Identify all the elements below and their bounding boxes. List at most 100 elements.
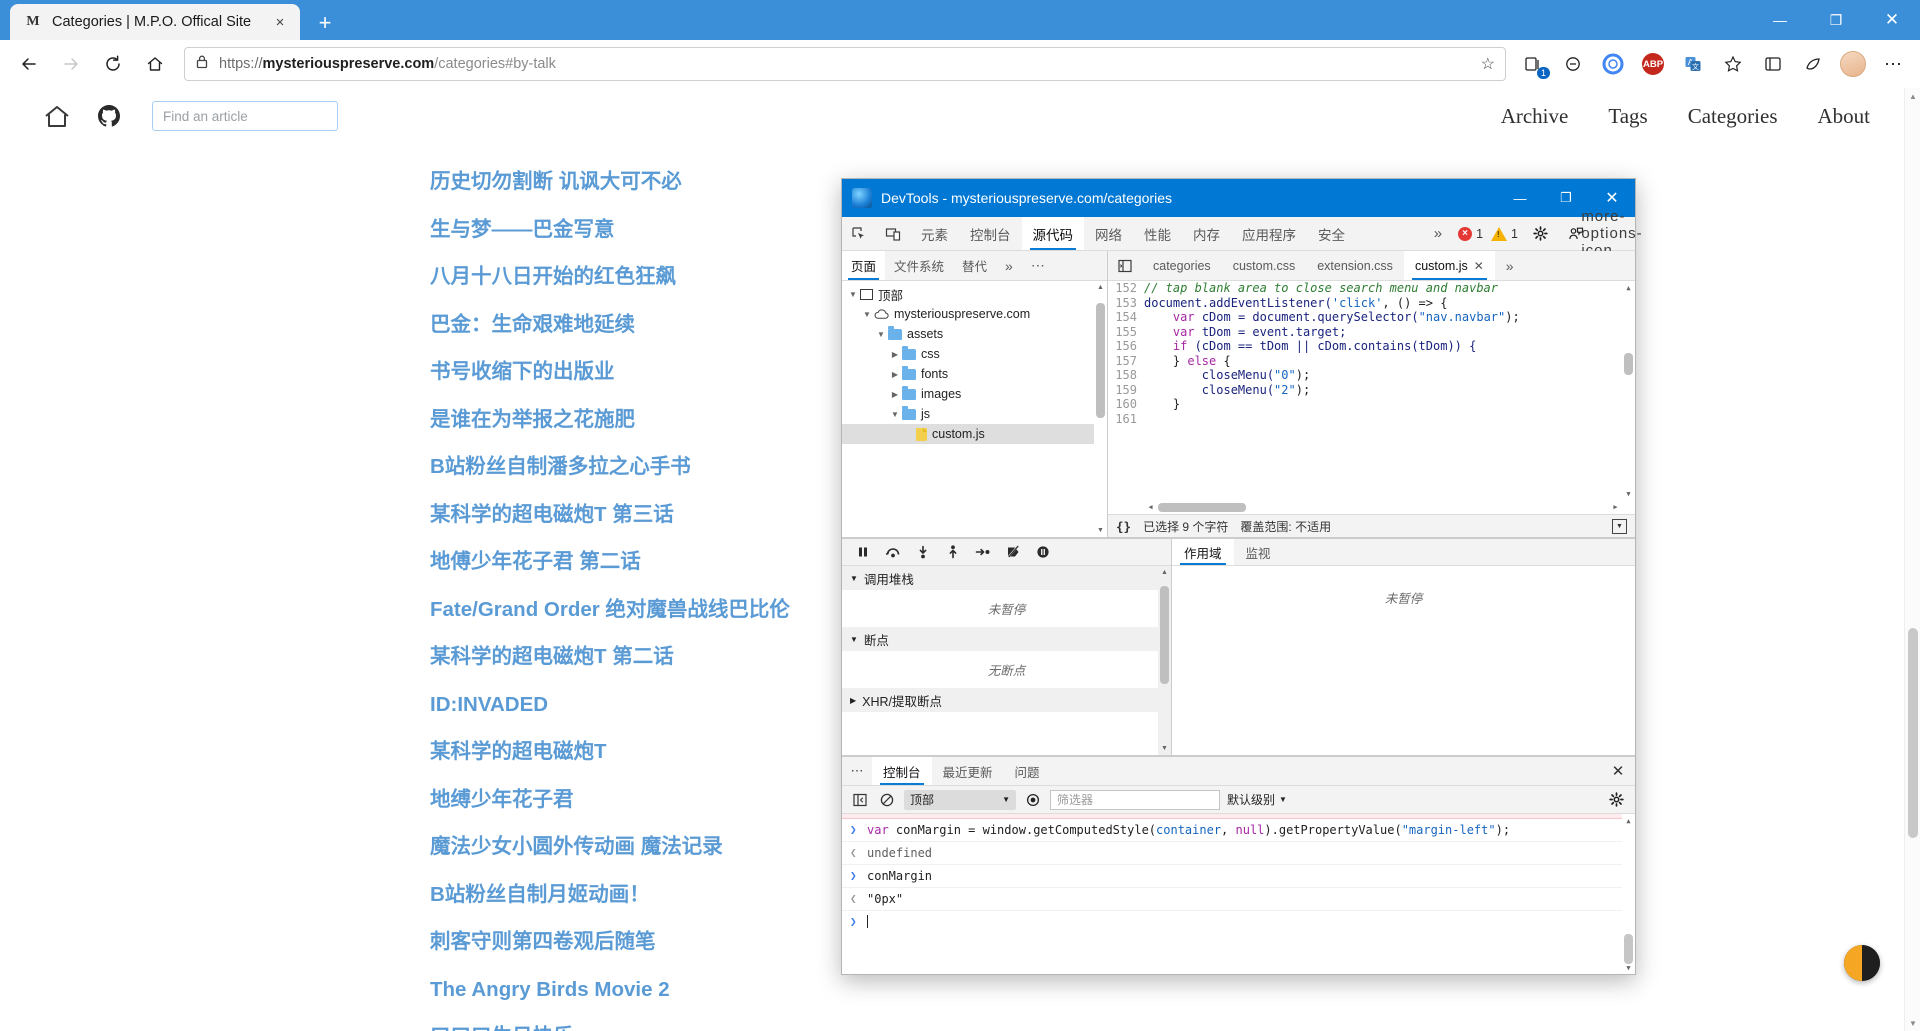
reload-icon[interactable] <box>92 43 134 85</box>
twisty-icon[interactable]: ▼ <box>888 410 902 419</box>
page-scrollbar-thumb[interactable] <box>1908 628 1918 838</box>
scroll-down-icon[interactable]: ▼ <box>1905 1015 1920 1031</box>
console-filter-input[interactable]: 筛选器 <box>1050 789 1220 810</box>
scroll-up-icon[interactable]: ▲ <box>1905 88 1920 104</box>
step-over-icon[interactable] <box>882 541 904 563</box>
nav-categories[interactable]: Categories <box>1688 104 1778 129</box>
scroll-left-icon[interactable]: ◀ <box>1144 500 1157 514</box>
console-level-select[interactable]: 默认级别 ▼ <box>1227 791 1287 808</box>
minimize-icon[interactable]: — <box>1497 179 1543 217</box>
pause-on-exceptions-icon[interactable] <box>1032 541 1054 563</box>
twisty-icon[interactable]: ▼ <box>850 574 858 583</box>
search-input[interactable]: Find an article <box>152 101 338 131</box>
twisty-icon[interactable]: ▶ <box>888 350 902 359</box>
tree-item-fonts[interactable]: ▶ fonts <box>842 364 1107 384</box>
debugger-scrollbar[interactable]: ▲ ▼ <box>1158 566 1171 755</box>
console-prompt-input[interactable] <box>867 914 1621 930</box>
drawer-tab-issues[interactable]: 问题 <box>1004 757 1051 785</box>
more-options-icon[interactable]: ⋯ <box>1874 45 1912 83</box>
adblock-plus-icon[interactable]: ABP <box>1634 45 1672 83</box>
tab-application[interactable]: 应用程序 <box>1231 217 1307 250</box>
tab-scope[interactable]: 作用域 <box>1172 539 1234 565</box>
tree-item-images[interactable]: ▶ images <box>842 384 1107 404</box>
tab-sources[interactable]: 源代码 <box>1021 217 1084 250</box>
warning-count[interactable]: 1 <box>1488 226 1521 241</box>
home-icon[interactable] <box>40 99 74 133</box>
page-scrollbar[interactable]: ▲ ▼ <box>1904 88 1920 1031</box>
tab-memory[interactable]: 内存 <box>1182 217 1231 250</box>
twisty-icon[interactable]: ▼ <box>846 290 860 299</box>
console-prompt[interactable]: ❯ <box>842 911 1635 933</box>
pretty-print-icon[interactable]: {} <box>1116 519 1131 534</box>
inspect-element-icon[interactable] <box>842 217 876 250</box>
back-icon[interactable] <box>8 43 50 85</box>
chrome-circle-icon[interactable] <box>1594 45 1632 83</box>
tab-console[interactable]: 控制台 <box>959 217 1022 250</box>
tab-network[interactable]: 网络 <box>1084 217 1133 250</box>
console-scroll-thumb[interactable] <box>1624 934 1633 964</box>
step-out-icon[interactable] <box>942 541 964 563</box>
twisty-icon[interactable]: ▼ <box>850 635 858 644</box>
drawer-more-icon[interactable]: ⋯ <box>842 757 872 785</box>
debugger-scroll-thumb[interactable] <box>1160 586 1169 684</box>
subtab-filesystem[interactable]: 文件系统 <box>885 251 953 280</box>
twisty-icon[interactable]: ▶ <box>850 696 856 705</box>
navigator-more-icon[interactable]: ⋯ <box>1022 251 1054 280</box>
section-header-call-stack[interactable]: ▼ 调用堆栈 <box>842 566 1171 590</box>
section-header-breakpoints[interactable]: ▼ 断点 <box>842 627 1171 651</box>
tree-item-assets[interactable]: ▼ assets <box>842 324 1107 344</box>
section-header-xhr-breakpoints[interactable]: ▶ XHR/提取断点 <box>842 688 1171 712</box>
nav-archive[interactable]: Archive <box>1501 104 1569 129</box>
scroll-up-icon[interactable]: ▲ <box>1158 566 1171 579</box>
scroll-up-icon[interactable]: ▲ <box>1622 814 1635 827</box>
code-hscroll-thumb[interactable] <box>1158 503 1246 512</box>
tab-performance[interactable]: 性能 <box>1133 217 1182 250</box>
twisty-icon[interactable]: ▶ <box>888 370 902 379</box>
tab-security[interactable]: 安全 <box>1307 217 1356 250</box>
close-icon[interactable]: ✕ <box>1864 0 1920 40</box>
collections-panel-icon[interactable] <box>1754 45 1792 83</box>
gear-icon[interactable] <box>1605 792 1627 807</box>
scroll-down-icon[interactable]: ▼ <box>1094 524 1107 537</box>
live-expression-icon[interactable] <box>1023 790 1043 810</box>
tree-item-css[interactable]: ▶ css <box>842 344 1107 364</box>
tab-watch[interactable]: 监视 <box>1234 539 1283 565</box>
scroll-down-icon[interactable]: ▼ <box>1622 961 1635 974</box>
scroll-down-icon[interactable]: ▼ <box>1622 487 1635 500</box>
scroll-down-icon[interactable]: ▼ <box>1158 742 1171 755</box>
file-tabs-overflow-icon[interactable]: » <box>1495 251 1525 280</box>
more-tabs-icon[interactable]: » <box>1423 225 1453 242</box>
bookmark-star-icon[interactable]: ☆ <box>1481 54 1495 74</box>
clear-console-icon[interactable] <box>877 790 897 810</box>
nav-about[interactable]: About <box>1818 104 1871 129</box>
tree-item-js[interactable]: ▼ js <box>842 404 1107 424</box>
theme-toggle-icon[interactable] <box>1844 945 1880 981</box>
drawer-tab-whats-new[interactable]: 最近更新 <box>932 757 1004 785</box>
file-tab-extension-css[interactable]: extension.css <box>1306 251 1404 280</box>
tree-item-origin[interactable]: ▼ mysteriouspreserve.com <box>842 304 1107 324</box>
github-icon[interactable] <box>92 99 126 133</box>
article-link[interactable]: 口口口生日快乐 <box>430 1013 1920 1031</box>
twisty-icon[interactable]: ▼ <box>874 330 888 339</box>
collections-icon[interactable]: 1 <box>1514 45 1552 83</box>
close-icon[interactable]: ✕ <box>1474 259 1484 273</box>
device-toolbar-icon[interactable] <box>876 217 910 250</box>
show-navigator-icon[interactable] <box>1108 251 1142 280</box>
tab-elements[interactable]: 元素 <box>910 217 959 250</box>
browser-essentials-icon[interactable] <box>1794 45 1832 83</box>
file-tree-scroll-thumb[interactable] <box>1096 303 1105 418</box>
step-into-icon[interactable] <box>912 541 934 563</box>
error-count[interactable]: × 1 <box>1455 226 1486 241</box>
address-bar[interactable]: https://mysteriouspreserve.com/categorie… <box>184 47 1506 81</box>
new-tab-button[interactable]: + <box>306 6 344 40</box>
file-tab-custom-js[interactable]: custom.js ✕ <box>1403 251 1495 280</box>
maximize-icon[interactable]: ❐ <box>1808 0 1864 40</box>
close-icon[interactable]: ✕ <box>1601 757 1635 785</box>
twisty-icon[interactable]: ▶ <box>888 390 902 399</box>
scroll-up-icon[interactable]: ▲ <box>1094 281 1107 294</box>
twisty-icon[interactable]: ▼ <box>860 310 874 319</box>
scroll-up-icon[interactable]: ▲ <box>1622 281 1635 294</box>
extension-puzzle-icon[interactable] <box>1554 45 1592 83</box>
code-horizontal-scrollbar[interactable]: ◀ ▶ <box>1144 500 1622 514</box>
minimize-icon[interactable]: — <box>1752 0 1808 40</box>
